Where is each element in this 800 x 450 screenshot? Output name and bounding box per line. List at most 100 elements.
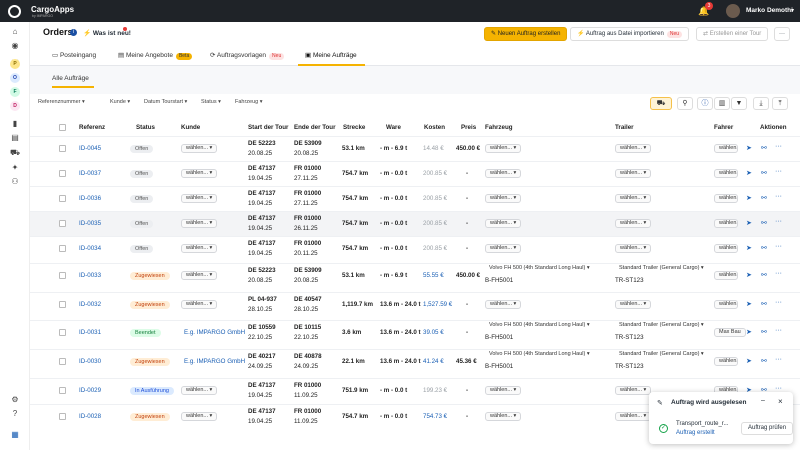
table-row[interactable]: ID-0034 Offen wählen... ▾ DE 47137 19.04.25 F… bbox=[30, 236, 800, 261]
home-icon[interactable]: ⌂ bbox=[9, 27, 21, 37]
vehicle-select[interactable]: wählen... ▾ bbox=[485, 244, 522, 253]
vehicle-select[interactable]: wählen... ▾ bbox=[485, 219, 522, 228]
row-checkbox[interactable] bbox=[59, 387, 66, 394]
more-icon[interactable]: ··· bbox=[775, 299, 782, 306]
more-button[interactable]: ··· bbox=[774, 27, 790, 41]
user-name[interactable]: Marko Demothi bbox=[746, 7, 793, 14]
trailer-select[interactable]: Standard Trailer (General Cargo) ▾ bbox=[615, 322, 708, 331]
row-checkbox[interactable] bbox=[59, 301, 66, 308]
order-reference-link[interactable]: ID-0045 bbox=[79, 145, 101, 152]
vehicle-select[interactable]: wählen... ▾ bbox=[485, 144, 522, 153]
sidebar-item-p[interactable]: P bbox=[10, 59, 20, 69]
new-order-button[interactable]: ✎ Neuen Auftrag erstellen bbox=[484, 27, 568, 41]
order-reference-link[interactable]: ID-0028 bbox=[79, 413, 101, 420]
info-icon[interactable]: ⓘ bbox=[697, 97, 713, 110]
order-reference-link[interactable]: ID-0034 bbox=[79, 245, 101, 252]
vehicle-select[interactable]: Volvo FH 500 (4th Standard Long Haul) ▾ bbox=[485, 351, 594, 360]
link-icon[interactable]: ⚯ bbox=[761, 144, 767, 152]
filter-kunde[interactable]: Kunde ▾ bbox=[110, 99, 130, 105]
column-header[interactable]: Fahrer bbox=[714, 124, 733, 131]
import-order-button[interactable]: ⚡ Auftrag aus Datei importieren Neu bbox=[570, 27, 690, 41]
trailer-select[interactable]: Standard Trailer (General Cargo) ▾ bbox=[615, 351, 708, 360]
driver-select[interactable]: wählen... bbox=[714, 357, 738, 366]
columns-icon[interactable]: ▥ bbox=[714, 97, 730, 110]
column-header[interactable]: Kosten bbox=[424, 124, 445, 131]
row-checkbox[interactable] bbox=[59, 220, 66, 227]
column-header[interactable]: Referenz bbox=[79, 124, 105, 131]
vehicle-select[interactable]: Volvo FH 500 (4th Standard Long Haul) ▾ bbox=[485, 265, 594, 274]
column-header[interactable]: Preis bbox=[461, 124, 476, 131]
column-header[interactable]: Kunde bbox=[181, 124, 200, 131]
close-icon[interactable]: × bbox=[778, 397, 783, 406]
settings-icon[interactable]: ⚙ bbox=[9, 395, 21, 405]
link-icon[interactable]: ⚯ bbox=[761, 357, 767, 365]
bookmark-icon[interactable]: ▮ bbox=[9, 119, 21, 129]
send-icon[interactable]: ➤ bbox=[746, 300, 752, 308]
vehicle-select[interactable]: wählen... ▾ bbox=[485, 386, 522, 395]
order-reference-link[interactable]: ID-0032 bbox=[79, 301, 101, 308]
send-icon[interactable]: ➤ bbox=[746, 194, 752, 202]
avatar[interactable] bbox=[726, 4, 740, 18]
more-icon[interactable]: ··· bbox=[775, 218, 782, 225]
link-icon[interactable]: ⚯ bbox=[761, 244, 767, 252]
vehicle-select[interactable]: wählen... ▾ bbox=[485, 169, 522, 178]
filter-status[interactable]: Status ▾ bbox=[201, 99, 221, 105]
customer-select[interactable]: wählen... ▾ bbox=[181, 144, 218, 153]
customer-link[interactable]: E.g. IMPARGO GmbH bbox=[184, 358, 245, 365]
column-header[interactable]: Start der Tour bbox=[248, 124, 288, 131]
table-row[interactable]: ID-0035 Offen wählen... ▾ DE 47137 19.04.25 F… bbox=[30, 211, 800, 236]
order-reference-link[interactable]: ID-0029 bbox=[79, 387, 101, 394]
column-header[interactable]: Ende der Tour bbox=[294, 124, 335, 131]
customer-select[interactable]: wählen... ▾ bbox=[181, 169, 218, 178]
layout-icon[interactable]: ▦ bbox=[9, 430, 21, 440]
customer-select[interactable]: wählen... ▾ bbox=[181, 271, 218, 280]
filter-icon[interactable]: ▼ bbox=[731, 97, 747, 110]
chevron-down-icon[interactable]: ▾ bbox=[791, 7, 794, 14]
more-icon[interactable]: ··· bbox=[775, 327, 782, 334]
file-icon[interactable]: ▤ bbox=[9, 133, 21, 143]
trailer-select[interactable]: wählen... ▾ bbox=[615, 144, 652, 153]
customer-select[interactable]: wählen... ▾ bbox=[181, 194, 218, 203]
table-row[interactable]: ID-0045 Offen wählen... ▾ DE 52223 20.08.25 D… bbox=[30, 136, 800, 161]
order-reference-link[interactable]: ID-0035 bbox=[79, 220, 101, 227]
tab-auftragsvorlagen[interactable]: ⟳ Auftragsvorlagen Neu bbox=[210, 51, 285, 60]
driver-select[interactable]: wählen... bbox=[714, 194, 738, 203]
tab-meine-auftraege[interactable]: ▣ Meine Aufträge bbox=[305, 51, 357, 59]
column-header[interactable]: Status bbox=[136, 124, 155, 131]
download-icon[interactable]: ⤓ bbox=[753, 97, 769, 110]
truck-view-icon[interactable]: ⛟ bbox=[650, 97, 672, 110]
driver-select[interactable]: wählen... bbox=[714, 169, 738, 178]
trailer-select[interactable]: wählen... ▾ bbox=[615, 169, 652, 178]
customer-select[interactable]: wählen... ▾ bbox=[181, 386, 218, 395]
check-order-button[interactable]: Auftrag prüfen bbox=[741, 422, 794, 435]
send-icon[interactable]: ➤ bbox=[746, 169, 752, 177]
row-checkbox[interactable] bbox=[59, 358, 66, 365]
trailer-select[interactable]: wählen... ▾ bbox=[615, 194, 652, 203]
vehicle-select[interactable]: wählen... ▾ bbox=[485, 194, 522, 203]
sidebar-item-d[interactable]: D bbox=[10, 101, 20, 111]
minimize-icon[interactable]: – bbox=[761, 397, 765, 404]
row-checkbox[interactable] bbox=[59, 413, 66, 420]
trailer-select[interactable]: wählen... ▾ bbox=[615, 386, 652, 395]
filter-fahrzeug[interactable]: Fahrzeug ▾ bbox=[235, 99, 263, 105]
truck-icon[interactable]: ⛟ bbox=[9, 148, 21, 158]
send-icon[interactable]: ➤ bbox=[746, 244, 752, 252]
customer-link[interactable]: E.g. IMPARGO GmbH bbox=[184, 329, 245, 336]
row-checkbox[interactable] bbox=[59, 195, 66, 202]
link-icon[interactable]: ⚯ bbox=[761, 300, 767, 308]
tab-posteingang[interactable]: ▭ Posteingang bbox=[52, 51, 96, 59]
link-icon[interactable]: ⚯ bbox=[761, 219, 767, 227]
sidebar-item-f[interactable]: F bbox=[10, 87, 20, 97]
column-header[interactable]: Fahrzeug bbox=[485, 124, 513, 131]
info-icon[interactable]: i bbox=[70, 29, 77, 36]
vehicle-select[interactable]: wählen... ▾ bbox=[485, 412, 522, 421]
customer-select[interactable]: wählen... ▾ bbox=[181, 412, 218, 421]
driver-select[interactable]: Max Bau bbox=[714, 328, 746, 337]
row-checkbox[interactable] bbox=[59, 272, 66, 279]
trailer-select[interactable]: wählen... ▾ bbox=[615, 412, 652, 421]
table-row[interactable]: ID-0033 Zugewiesen wählen... ▾ DE 52223 20.0… bbox=[30, 263, 800, 288]
subtab-alle-auftraege[interactable]: Alle Aufträge bbox=[52, 75, 89, 82]
driver-select[interactable]: wählen... bbox=[714, 219, 738, 228]
link-icon[interactable]: ⚯ bbox=[761, 169, 767, 177]
column-header[interactable]: Ware bbox=[386, 124, 401, 131]
